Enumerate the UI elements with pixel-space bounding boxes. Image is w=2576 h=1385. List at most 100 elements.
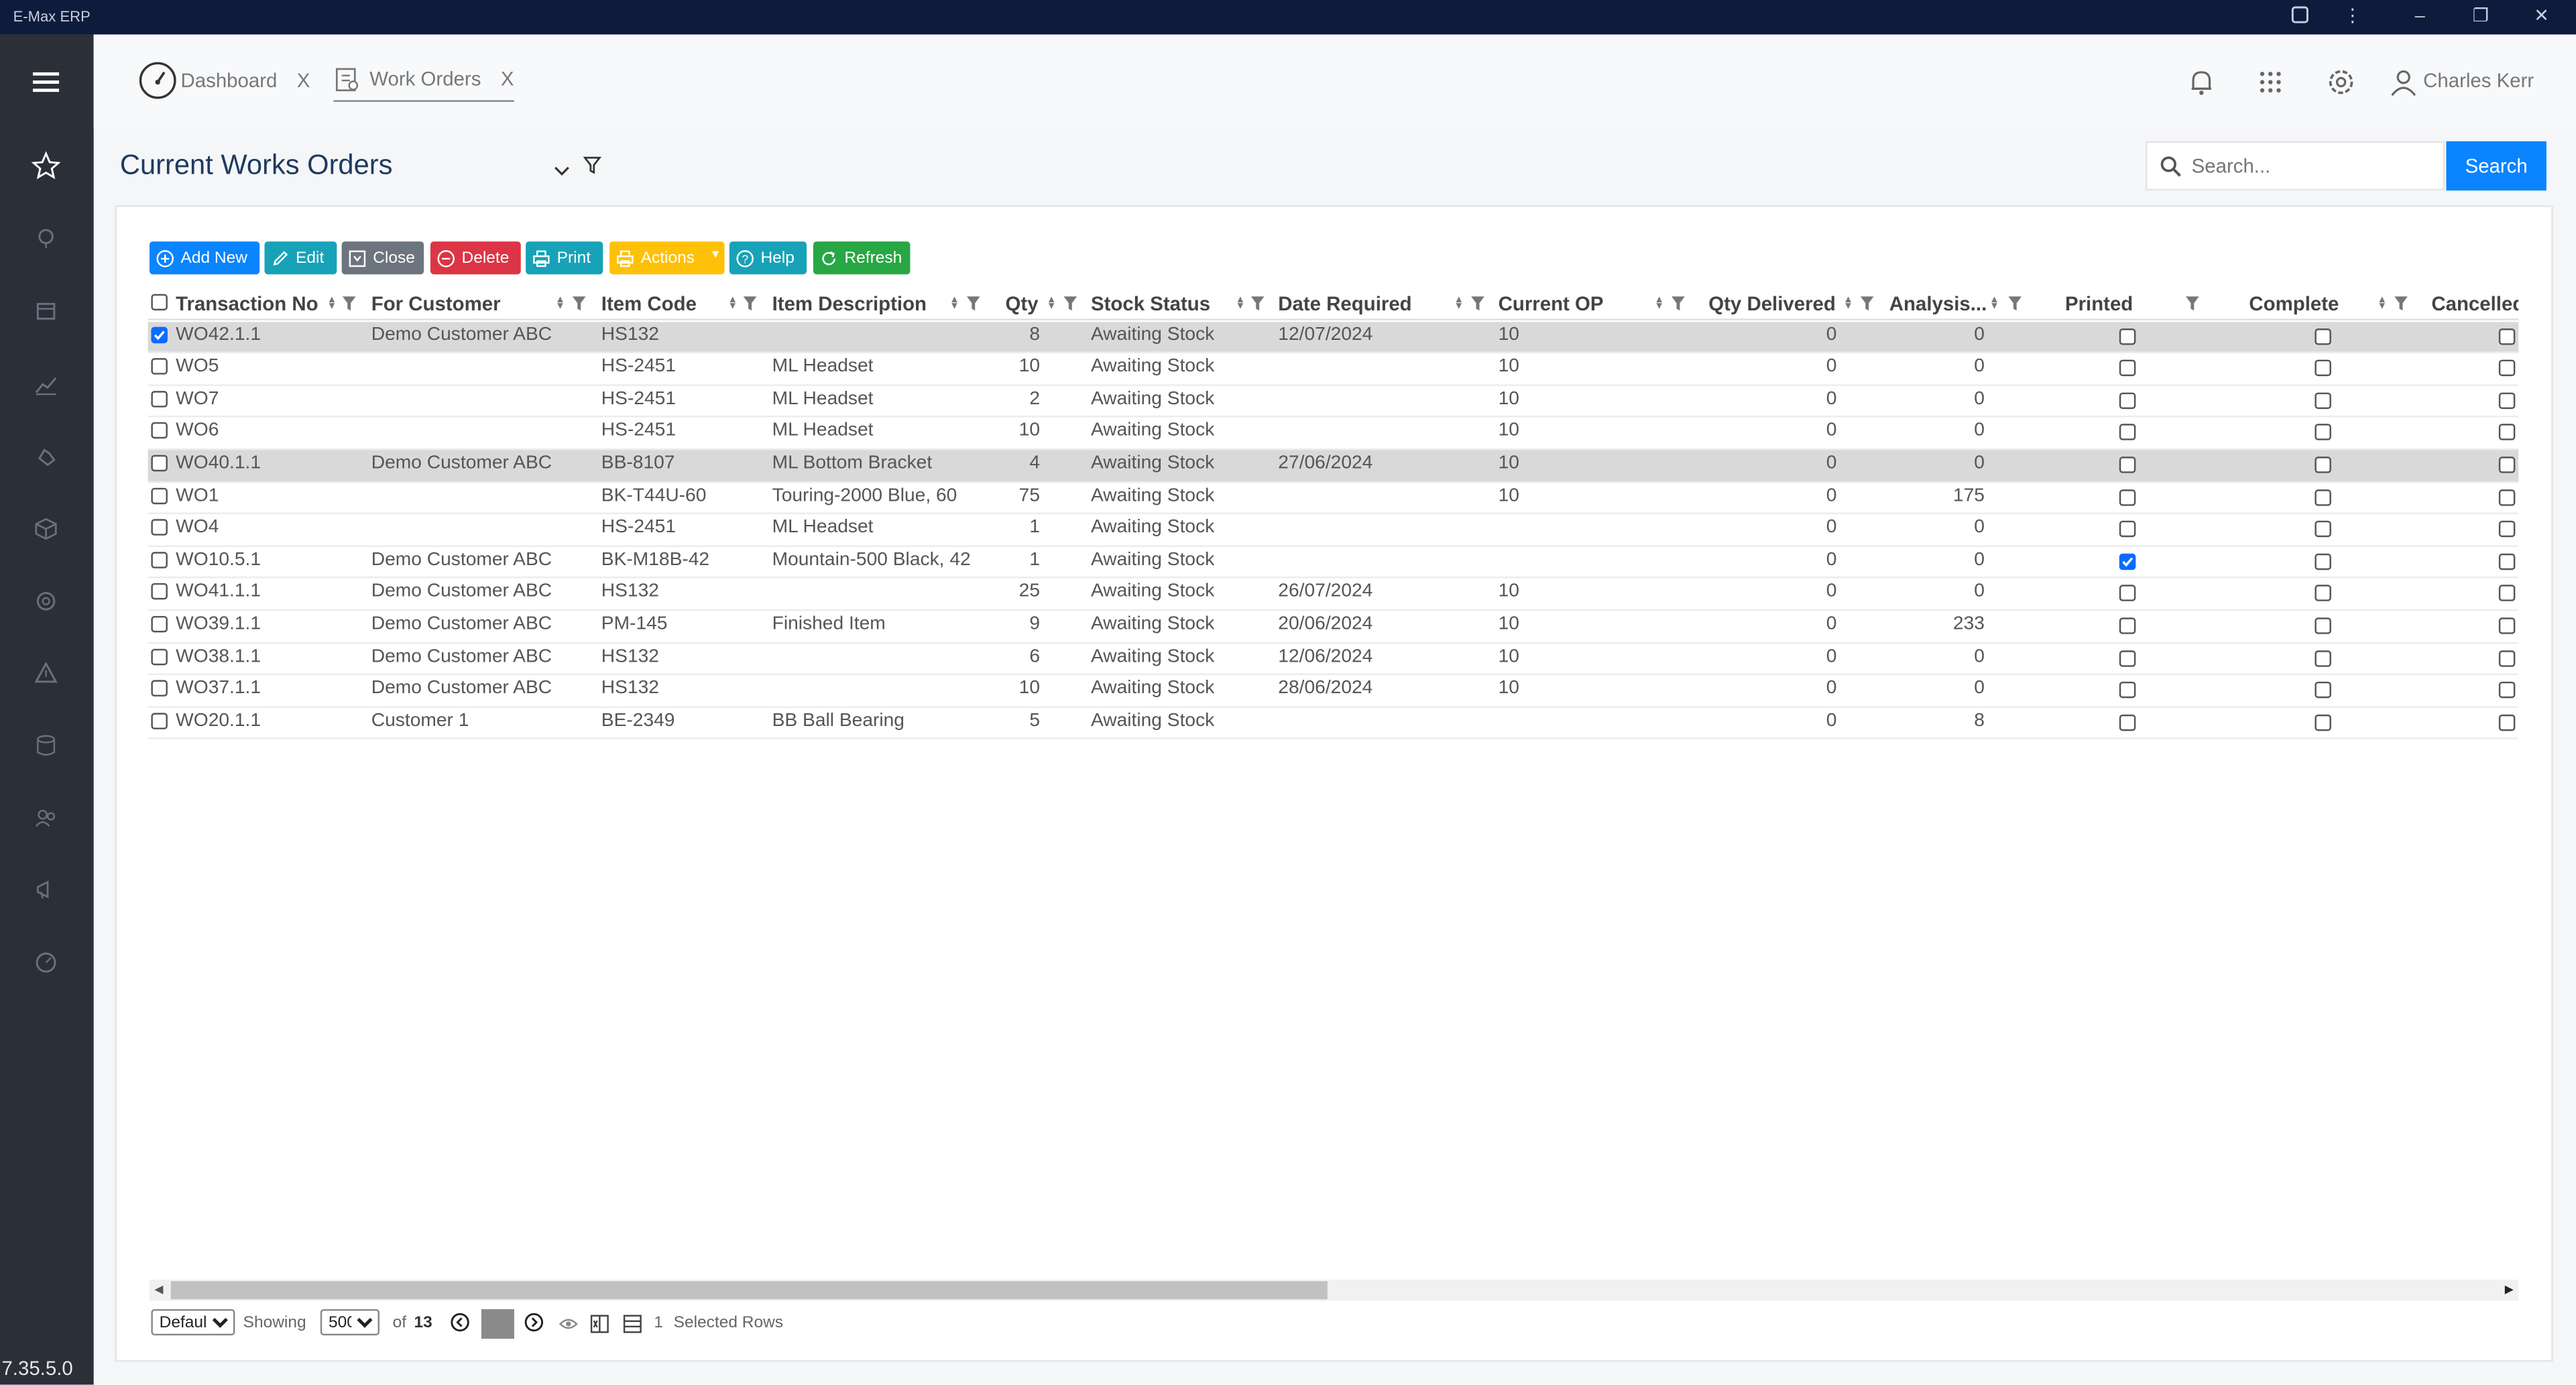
sort-icon[interactable]: ▲ ▼	[327, 296, 337, 312]
actions-button[interactable]: Actions ▼	[609, 241, 725, 275]
header-item-description[interactable]: Item Description	[772, 292, 927, 322]
complete-checkbox[interactable]	[2315, 521, 2331, 538]
table-row[interactable]: WO42.1.1 Demo Customer ABC HS132 8 Awaiting …	[148, 321, 2519, 354]
header-date-required[interactable]: Date Required	[1278, 292, 1411, 322]
refresh-button[interactable]: Refresh	[813, 241, 911, 275]
warning-icon[interactable]	[30, 657, 62, 690]
header-cancelled[interactable]: Cancelled	[2431, 292, 2518, 322]
sort-icon[interactable]: ▲ ▼	[949, 296, 959, 312]
columns-icon[interactable]	[623, 1314, 642, 1339]
complete-checkbox[interactable]	[2315, 585, 2331, 602]
layout-select[interactable]: Default	[151, 1309, 235, 1336]
sort-icon[interactable]: ▲ ▼	[727, 296, 738, 312]
complete-checkbox[interactable]	[2315, 392, 2331, 409]
next-page-icon[interactable]	[524, 1313, 544, 1337]
sort-icon[interactable]: ▲ ▼	[1047, 296, 1057, 312]
row-select-checkbox[interactable]	[151, 615, 168, 633]
row-select-checkbox[interactable]	[151, 680, 168, 697]
megaphone-icon[interactable]	[30, 874, 62, 907]
column-filter-icon[interactable]	[1671, 296, 1686, 312]
column-filter-icon[interactable]	[1063, 296, 1077, 312]
header-printed[interactable]: Printed	[2065, 292, 2133, 322]
sort-icon[interactable]: ▲ ▼	[1454, 296, 1464, 312]
complete-checkbox[interactable]	[2315, 714, 2331, 731]
column-filter-icon[interactable]	[2007, 296, 2022, 312]
complete-checkbox[interactable]	[2315, 617, 2331, 634]
row-select-checkbox[interactable]	[151, 519, 168, 536]
header-item-code[interactable]: Item Code	[601, 292, 697, 322]
tab-work-orders[interactable]: Work Orders X	[333, 58, 514, 102]
row-select-checkbox[interactable]	[151, 551, 168, 568]
bell-icon[interactable]	[2185, 66, 2218, 99]
table-row[interactable]: WO20.1.1 Customer 1 BE-2349 BB Ball Bearing…	[148, 708, 2519, 740]
row-select-checkbox[interactable]	[151, 422, 168, 440]
table-row[interactable]: WO7 HS-2451 ML Headset 2 Awaiting Stock 10 0 0	[148, 385, 2519, 418]
cancelled-checkbox[interactable]	[2498, 392, 2516, 409]
header-stock-status[interactable]: Stock Status	[1091, 292, 1210, 322]
print-button[interactable]: Print	[526, 241, 603, 275]
printed-checkbox[interactable]	[2119, 360, 2136, 377]
close-button[interactable]: Close	[341, 241, 424, 275]
header-complete[interactable]: Complete	[2249, 292, 2339, 322]
printed-checkbox[interactable]	[2119, 650, 2136, 666]
apps-grid-icon[interactable]	[2254, 66, 2287, 99]
table-row[interactable]: WO37.1.1 Demo Customer ABC HS132 10 Awaiting…	[148, 676, 2519, 708]
search-input[interactable]	[2191, 154, 2422, 178]
printed-checkbox[interactable]	[2119, 424, 2136, 441]
printed-checkbox[interactable]	[2119, 489, 2136, 505]
calendar-icon[interactable]	[30, 294, 62, 327]
star-icon[interactable]	[30, 149, 62, 182]
user-name[interactable]: Charles Kerr	[2423, 69, 2534, 92]
cancelled-checkbox[interactable]	[2498, 650, 2516, 666]
close-window-button[interactable]: ✕	[2528, 5, 2555, 27]
row-select-checkbox[interactable]	[151, 712, 168, 729]
dashboard-dial-icon[interactable]	[30, 946, 62, 979]
cancelled-checkbox[interactable]	[2498, 489, 2516, 505]
table-row[interactable]: WO1 BK-T44U-60 Touring-2000 Blue, 60 75 Awai…	[148, 482, 2519, 515]
column-filter-icon[interactable]	[1860, 296, 1875, 312]
settings-icon[interactable]	[2325, 66, 2357, 99]
printed-checkbox[interactable]	[2119, 585, 2136, 602]
table-row[interactable]: WO4 HS-2451 ML Headset 1 Awaiting Stock 0 0	[148, 514, 2519, 547]
row-select-checkbox[interactable]	[151, 583, 168, 601]
table-row[interactable]: WO10.5.1 Demo Customer ABC BK-M18B-42 Mount…	[148, 546, 2519, 579]
chart-line-icon[interactable]	[30, 368, 62, 401]
sort-icon[interactable]: ▲ ▼	[1236, 296, 1246, 312]
add-new-button[interactable]: Add New	[149, 241, 260, 275]
column-filter-icon[interactable]	[966, 296, 981, 312]
header-for-customer[interactable]: For Customer	[371, 292, 501, 322]
printed-checkbox[interactable]	[2119, 521, 2136, 538]
column-filter-icon[interactable]	[2394, 296, 2408, 312]
search-button[interactable]: Search	[2446, 141, 2546, 191]
table-row[interactable]: WO5 HS-2451 ML Headset 10 Awaiting Stock 10 0 0	[148, 353, 2519, 386]
delete-button[interactable]: Delete	[430, 241, 521, 275]
row-select-checkbox[interactable]	[151, 648, 168, 665]
excel-export-icon[interactable]	[590, 1314, 609, 1339]
table-row[interactable]: WO38.1.1 Demo Customer ABC HS132 6 Awaiting …	[148, 644, 2519, 676]
cancelled-checkbox[interactable]	[2498, 585, 2516, 602]
cancelled-checkbox[interactable]	[2498, 328, 2516, 345]
column-filter-icon[interactable]	[572, 296, 587, 312]
row-select-checkbox[interactable]	[151, 390, 168, 408]
printed-checkbox[interactable]	[2119, 553, 2136, 570]
cancelled-checkbox[interactable]	[2498, 521, 2516, 538]
table-row[interactable]: WO6 HS-2451 ML Headset 10 Awaiting Stock 10 0 0	[148, 418, 2519, 450]
complete-checkbox[interactable]	[2315, 360, 2331, 377]
rocket-icon[interactable]	[30, 222, 62, 255]
more-vert-icon[interactable]: ⋮	[2339, 5, 2365, 27]
current-page-box[interactable]	[481, 1309, 514, 1339]
cancelled-checkbox[interactable]	[2498, 457, 2516, 473]
sort-icon[interactable]: ▲ ▼	[1654, 296, 1664, 312]
table-row[interactable]: WO41.1.1 Demo Customer ABC HS132 25 Awaiting…	[148, 579, 2519, 611]
column-filter-icon[interactable]	[342, 296, 357, 312]
help-button[interactable]: ? Help	[729, 241, 807, 275]
printed-checkbox[interactable]	[2119, 457, 2136, 473]
complete-checkbox[interactable]	[2315, 457, 2331, 473]
menu-icon[interactable]	[30, 66, 62, 99]
hand-icon[interactable]	[30, 440, 62, 473]
complete-checkbox[interactable]	[2315, 650, 2331, 666]
column-filter-icon[interactable]	[2185, 296, 2200, 312]
page-size-select[interactable]: 500	[320, 1309, 380, 1336]
cancelled-checkbox[interactable]	[2498, 617, 2516, 634]
table-row[interactable]: WO40.1.1 Demo Customer ABC BB-8107 ML Botto…	[148, 450, 2519, 483]
